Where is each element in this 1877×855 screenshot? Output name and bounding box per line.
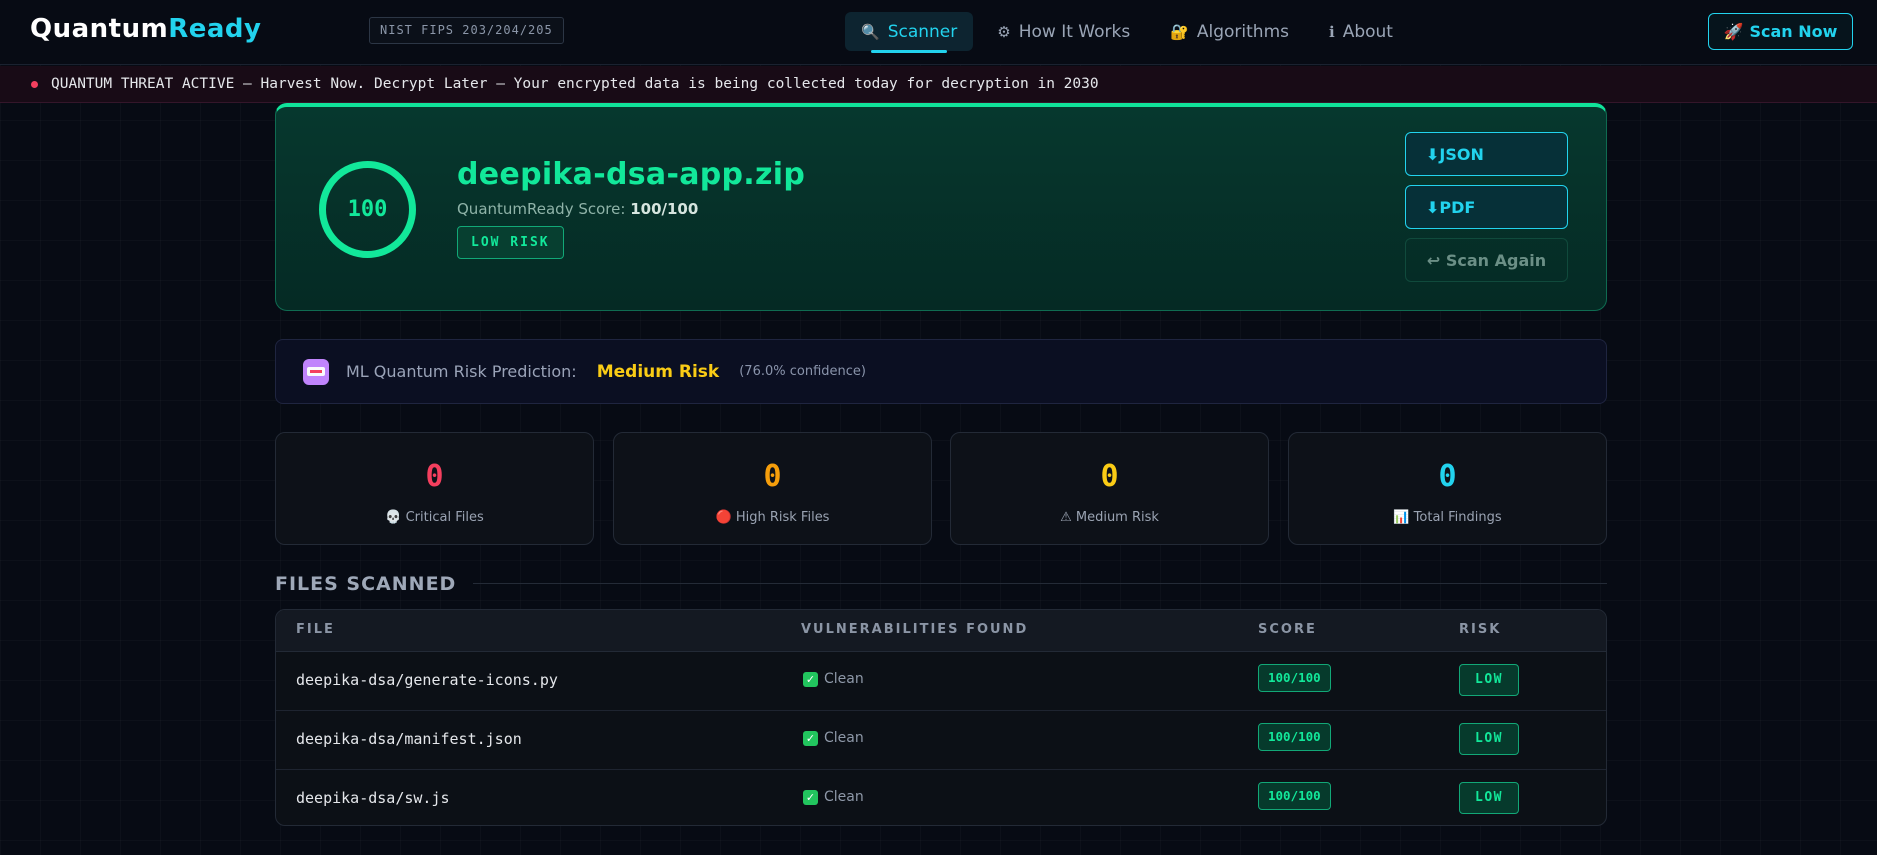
stat-value: 0 (1100, 459, 1119, 494)
stat-label-text: Medium Risk (1075, 510, 1159, 525)
score-pill: 100/100 (1258, 664, 1331, 692)
warning-icon: ⚠ (1060, 510, 1072, 525)
files-table: FILE VULNERABILITIES FOUND SCORE RISK de… (275, 609, 1607, 826)
gear-icon: ⚙ (997, 22, 1011, 41)
score-label: QuantumReady Score: (457, 200, 626, 218)
stat-value: 0 (1438, 459, 1457, 494)
bar-chart-icon: 📊 (1393, 510, 1410, 525)
check-icon: ✓ (803, 730, 818, 746)
logo-accent-text: Ready (168, 14, 262, 44)
robot-icon (303, 358, 329, 385)
vulnerabilities-cell: ✓ Clean (803, 730, 864, 746)
info-icon: ℹ (1329, 22, 1335, 41)
column-header-score: SCORE (1258, 622, 1317, 637)
ml-prediction-label: ML Quantum Risk Prediction: (346, 362, 577, 381)
score-value: 100/100 (630, 200, 699, 218)
skull-icon: 💀 (385, 510, 402, 525)
stat-card-medium-risk: 0 ⚠ Medium Risk (950, 432, 1269, 545)
nav-link-label: Scanner (887, 21, 958, 42)
download-json-button[interactable]: ⬇JSON (1405, 132, 1568, 176)
threat-banner-text: QUANTUM THREAT ACTIVE — Harvest Now. Dec… (51, 76, 1099, 92)
rocket-icon: 🚀 (1723, 22, 1744, 41)
vulnerabilities-cell: ✓ Clean (803, 671, 864, 687)
file-path: deepika-dsa/manifest.json (296, 730, 522, 748)
vulnerabilities-cell: ✓ Clean (803, 789, 864, 805)
ml-prediction-value: Medium Risk (596, 361, 720, 382)
lock-icon: 🔐 (1170, 22, 1189, 41)
ml-confidence: (76.0% confidence) (739, 364, 866, 379)
section-title: FILES SCANNED (275, 573, 457, 595)
score-ring: 100 (319, 161, 416, 258)
risk-pill: LOW (1459, 723, 1519, 755)
scan-now-button[interactable]: 🚀 Scan Now (1708, 13, 1853, 50)
download-pdf-button[interactable]: ⬇PDF (1405, 185, 1568, 229)
nav-link-label: How It Works (1018, 21, 1131, 42)
column-header-file: FILE (296, 622, 335, 637)
check-icon: ✓ (803, 789, 818, 805)
stat-label-text: Critical Files (405, 510, 484, 525)
threat-banner: QUANTUM THREAT ACTIVE — Harvest Now. Dec… (0, 66, 1877, 103)
file-path: deepika-dsa/generate-icons.py (296, 671, 558, 689)
brand-logo[interactable]: QuantumReady (30, 14, 261, 44)
nav-link-how-it-works[interactable]: ⚙ How It Works (981, 12, 1146, 51)
table-row[interactable]: deepika-dsa/generate-icons.py ✓ Clean 10… (276, 652, 1606, 711)
ml-prediction-bar: ML Quantum Risk Prediction: Medium Risk … (275, 339, 1607, 404)
stat-card-high-risk: 0 🔴 High Risk Files (613, 432, 932, 545)
vulnerabilities-text: Clean (824, 730, 864, 746)
table-row[interactable]: deepika-dsa/sw.js ✓ Clean 100/100 LOW (276, 770, 1606, 825)
risk-badge: LOW RISK (457, 226, 564, 259)
stat-label: 🔴 High Risk Files (614, 510, 931, 525)
nav-link-label: Algorithms (1196, 21, 1289, 42)
top-nav: QuantumReady NIST FIPS 203/204/205 🔍 Sca… (0, 0, 1877, 65)
stat-label: 💀 Critical Files (276, 510, 593, 525)
nav-link-scanner[interactable]: 🔍 Scanner (845, 12, 974, 53)
score-line: QuantumReady Score: 100/100 (457, 200, 698, 218)
stat-label-text: Total Findings (1413, 510, 1502, 525)
fips-badge: NIST FIPS 203/204/205 (369, 17, 564, 44)
stat-label: 📊 Total Findings (1289, 510, 1606, 525)
stat-label-text: High Risk Files (735, 510, 830, 525)
table-header: FILE VULNERABILITIES FOUND SCORE RISK (276, 610, 1606, 652)
scan-now-label: Scan Now (1749, 22, 1838, 41)
column-header-vulnerabilities: VULNERABILITIES FOUND (801, 622, 1029, 637)
vulnerabilities-text: Clean (824, 789, 864, 805)
stat-label: ⚠ Medium Risk (951, 510, 1268, 525)
vulnerabilities-text: Clean (824, 671, 864, 687)
stat-card-total-findings: 0 📊 Total Findings (1288, 432, 1607, 545)
score-pill: 100/100 (1258, 723, 1331, 751)
table-row[interactable]: deepika-dsa/manifest.json ✓ Clean 100/10… (276, 711, 1606, 770)
file-path: deepika-dsa/sw.js (296, 789, 450, 807)
nav-link-label: About (1342, 21, 1393, 42)
logo-text: Quantum (30, 14, 169, 44)
risk-pill: LOW (1459, 664, 1519, 696)
risk-pill: LOW (1459, 782, 1519, 814)
column-header-risk: RISK (1459, 622, 1502, 637)
nav-links: 🔍 Scanner ⚙ How It Works 🔐 Algorithms ℹ … (845, 12, 1417, 53)
alert-dot-icon (31, 80, 38, 88)
nav-link-algorithms[interactable]: 🔐 Algorithms (1154, 12, 1305, 51)
stat-value: 0 (425, 459, 444, 494)
score-pill: 100/100 (1258, 782, 1331, 810)
nav-link-about[interactable]: ℹ About (1313, 12, 1409, 51)
stat-value: 0 (763, 459, 782, 494)
check-icon: ✓ (803, 671, 818, 687)
stat-card-critical: 0 💀 Critical Files (275, 432, 594, 545)
search-icon: 🔍 (861, 22, 880, 41)
result-filename: deepika-dsa-app.zip (457, 157, 806, 192)
section-divider (473, 583, 1607, 584)
scan-again-button[interactable]: ↩ Scan Again (1405, 238, 1568, 282)
scan-result-card: 100 deepika-dsa-app.zip QuantumReady Sco… (275, 103, 1607, 311)
red-circle-icon: 🔴 (715, 510, 732, 525)
